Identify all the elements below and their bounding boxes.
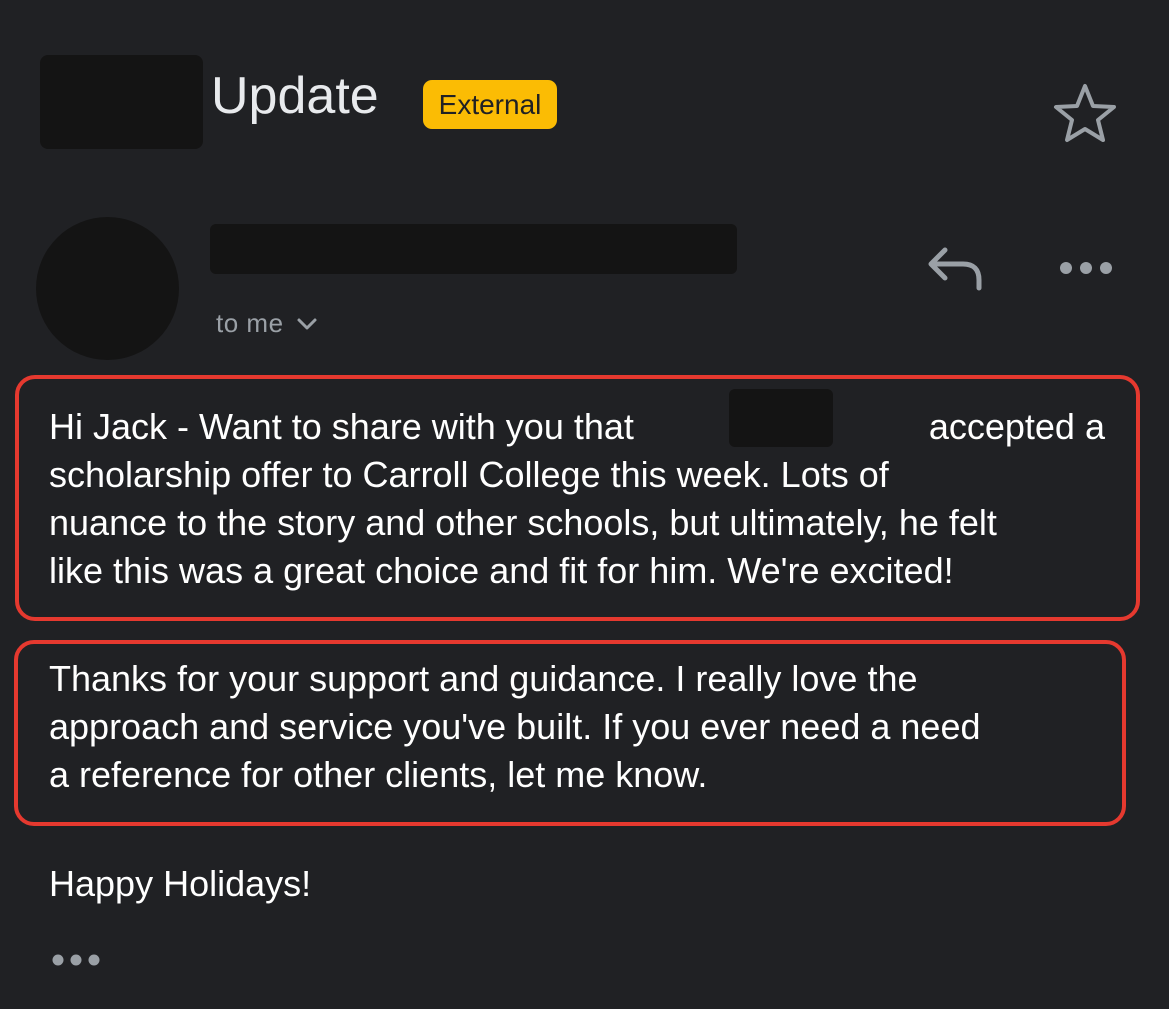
show-trimmed-content-button[interactable] [50, 948, 106, 972]
body-line: Hi Jack - Want to share with you that ac… [49, 389, 1105, 451]
star-icon[interactable] [1052, 82, 1118, 144]
chevron-down-icon [294, 305, 320, 342]
body-paragraph-2: Thanks for your support and guidance. I … [49, 655, 1109, 799]
redacted-subject-prefix [40, 55, 203, 149]
reply-icon[interactable] [925, 244, 985, 296]
sender-avatar[interactable] [36, 217, 179, 360]
external-badge: External [423, 80, 557, 129]
recipient-details-toggle[interactable]: to me [216, 303, 320, 343]
body-line: a reference for other clients, let me kn… [49, 754, 708, 795]
closing-line: Happy Holidays! [49, 863, 312, 904]
body-line: like this was a great choice and fit for… [49, 550, 954, 591]
body-line: approach and service you've built. If yo… [49, 706, 981, 747]
redacted-sender-name [210, 224, 737, 274]
body-line: scholarship offer to Carroll College thi… [49, 454, 889, 495]
body-paragraph-1: Hi Jack - Want to share with you that ac… [49, 389, 1119, 595]
recipient-label: to me [216, 307, 284, 338]
body-line: Thanks for your support and guidance. I … [49, 658, 918, 699]
redacted-name [729, 389, 834, 447]
more-options-icon[interactable] [1058, 256, 1114, 280]
body-text-segment: accepted a [928, 406, 1105, 447]
body-text-segment: Hi Jack - Want to share with you that [49, 406, 634, 447]
body-line: nuance to the story and other schools, b… [49, 502, 997, 543]
email-subject: Update [211, 67, 379, 125]
